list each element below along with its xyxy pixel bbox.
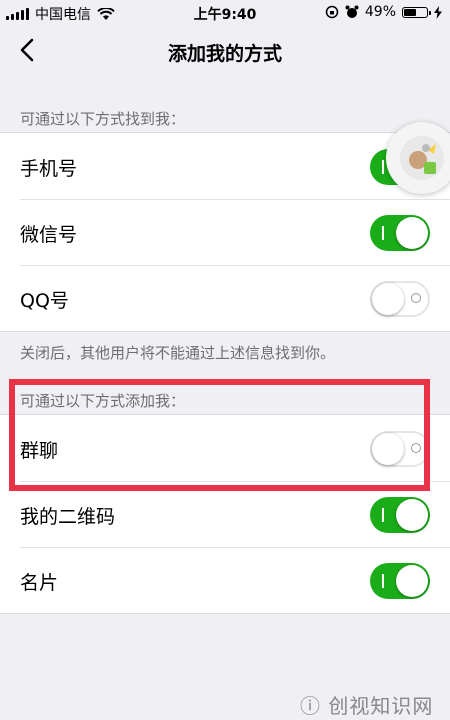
find-section-footer: 关闭后，其他用户将不能通过上述信息找到你。: [20, 344, 336, 362]
orientation-lock-icon: [325, 5, 339, 19]
charging-icon: [434, 5, 442, 19]
status-bar: 中国电信 上午9:40 49%: [0, 0, 450, 26]
row-label: 微信号: [20, 224, 78, 246]
watermark-text: ⓘ 创视知识网: [300, 694, 434, 718]
alarm-icon: [345, 5, 359, 18]
list-item-group-chat: 群聊: [0, 415, 450, 481]
row-label: 群聊: [20, 440, 59, 462]
assistant-icon: [400, 136, 444, 180]
battery-icon: [402, 6, 431, 18]
qr-code-toggle[interactable]: [370, 497, 430, 533]
add-options-list: 群聊 我的二维码 名片: [0, 414, 450, 614]
status-right: 49%: [325, 4, 442, 20]
row-label: 手机号: [20, 158, 78, 180]
battery-percent: 49%: [364, 4, 396, 20]
row-label: 名片: [20, 572, 59, 594]
find-options-list: 手机号 微信号 QQ号: [0, 132, 450, 332]
group-chat-toggle[interactable]: [370, 431, 430, 467]
nav-bar: 添加我的方式: [0, 26, 450, 76]
row-label: QQ号: [20, 290, 69, 312]
floating-assistant-button[interactable]: [386, 122, 450, 194]
row-label: 我的二维码: [20, 506, 116, 528]
list-item-wechat-id: 微信号: [0, 199, 450, 265]
list-item-qq: QQ号: [0, 265, 450, 331]
page-title: 添加我的方式: [167, 43, 282, 65]
business-card-toggle[interactable]: [370, 563, 430, 599]
list-item-business-card: 名片: [0, 547, 450, 613]
wechat-id-toggle[interactable]: [370, 215, 430, 251]
list-item-qr-code: 我的二维码: [0, 481, 450, 547]
qq-toggle[interactable]: [370, 281, 430, 317]
add-section-header: 可通过以下方式添加我：: [20, 392, 186, 410]
find-section-header: 可通过以下方式找到我：: [20, 110, 186, 128]
list-item-phone: 手机号: [0, 133, 450, 199]
